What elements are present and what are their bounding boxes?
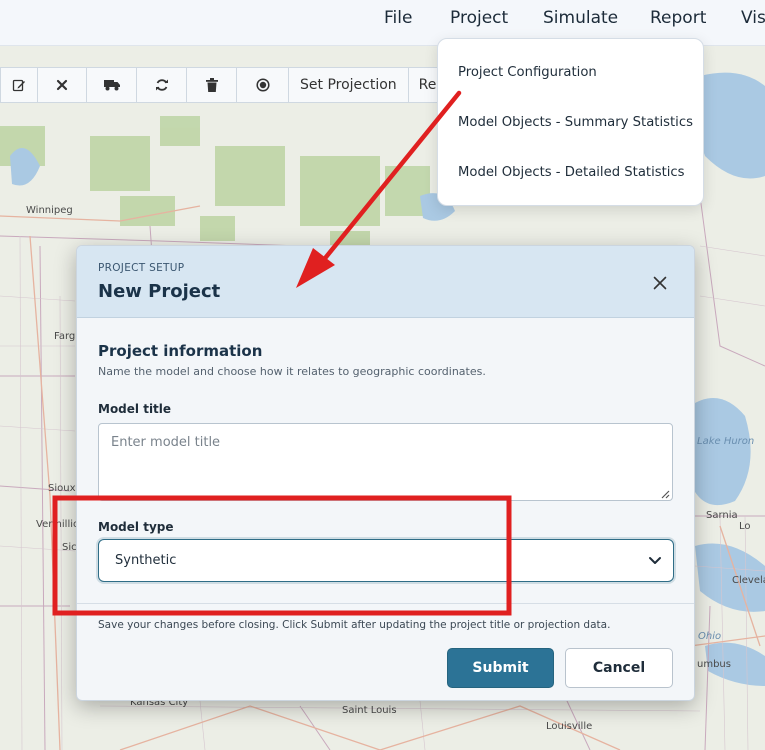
section-title: Project information — [98, 342, 263, 360]
trash-button[interactable] — [187, 67, 237, 103]
menu-item-detailed-statistics[interactable]: Model Objects - Detailed Statistics — [458, 165, 685, 180]
refresh-button[interactable] — [137, 67, 187, 103]
model-type-label: Model type — [98, 520, 174, 534]
map-label-sic: Sic — [62, 542, 77, 553]
new-project-dialog: PROJECT SETUP New Project Project inform… — [76, 245, 695, 701]
dialog-footer-note: Save your changes before closing. Click … — [98, 619, 611, 631]
dialog-divider — [77, 603, 694, 604]
edit-icon — [12, 79, 25, 92]
map-label-lake-huron: Lake Huron — [697, 436, 755, 447]
map-label-sarnia: Sarnia — [706, 510, 738, 521]
project-menu-dropdown: Project Configuration Model Objects - Su… — [437, 38, 704, 206]
map-label-louisville: Louisville — [546, 721, 593, 732]
dialog-close-button[interactable] — [651, 274, 669, 292]
vehicle-button[interactable] — [87, 67, 137, 103]
record-button[interactable] — [237, 67, 289, 103]
refresh-icon — [155, 79, 168, 91]
map-label-vermillion: Vermillio — [36, 519, 80, 530]
dialog-eyebrow: PROJECT SETUP — [98, 262, 185, 274]
model-type-select[interactable]: Synthetic — [98, 539, 674, 582]
map-toolbar: Set Projection Rese — [0, 67, 449, 103]
section-description: Name the model and choose how it relates… — [98, 365, 486, 378]
map-label-cleveland: Clevela — [732, 575, 765, 586]
set-projection-button[interactable]: Set Projection — [289, 67, 409, 103]
map-label-sioux: Sioux — [48, 483, 76, 494]
menu-project[interactable]: Project — [450, 8, 508, 28]
map-label-ohio: Ohio — [698, 631, 722, 642]
menu-simulate[interactable]: Simulate — [543, 8, 618, 28]
menu-item-project-configuration[interactable]: Project Configuration — [458, 65, 597, 80]
submit-button[interactable]: Submit — [447, 648, 554, 688]
chevron-down-icon — [649, 557, 661, 564]
map-label-london: Lo — [739, 521, 751, 532]
close-icon — [653, 276, 667, 290]
menu-visualize[interactable]: Vis — [741, 8, 765, 28]
dialog-header: PROJECT SETUP New Project — [77, 246, 694, 318]
map-label-saint-louis: Saint Louis — [342, 705, 397, 716]
map-label-fargo: Farg — [54, 331, 76, 342]
delete-feature-button[interactable] — [38, 67, 87, 103]
resize-grip-icon[interactable] — [660, 489, 670, 499]
menu-file[interactable]: File — [384, 8, 412, 28]
edit-button[interactable] — [0, 67, 38, 103]
dialog-title: New Project — [98, 281, 221, 302]
close-icon — [56, 79, 68, 91]
menu-item-summary-statistics[interactable]: Model Objects - Summary Statistics — [458, 115, 693, 130]
model-type-value: Synthetic — [115, 553, 177, 568]
model-title-label: Model title — [98, 402, 172, 416]
map-label-winnipeg: Winnipeg — [26, 205, 73, 216]
cancel-button[interactable]: Cancel — [565, 648, 673, 688]
map-label-columbus: umbus — [697, 659, 731, 670]
record-icon — [255, 78, 270, 92]
trash-icon — [205, 78, 218, 92]
truck-icon — [103, 80, 120, 91]
menu-report[interactable]: Report — [650, 8, 706, 28]
model-title-input[interactable] — [98, 423, 673, 501]
